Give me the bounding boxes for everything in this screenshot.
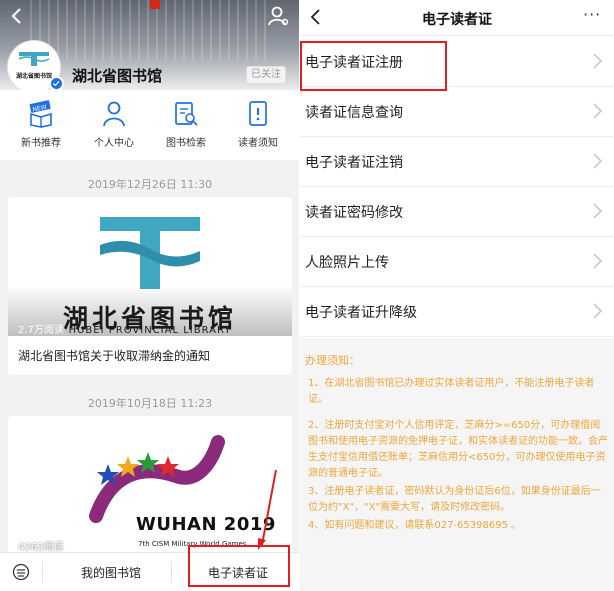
person-icon [103,101,125,127]
notice-section: 办理须知： 1、在湖北省图书馆已办理过实体读者证用户，不能注册电子读者证。 2、… [300,338,614,591]
highlight-box-e-card-menu [188,545,290,587]
military-games-logo [89,435,225,523]
library-home-panel: 湖北省图书馆 湖北省图书馆 已关注 NEW 新书推荐 个人中心 图书检索 读者须… [0,0,300,591]
menu-item-label: 电子读者证注销 [305,155,403,171]
menu-item-face-photo-upload[interactable]: 人脸照片上传 [300,237,614,287]
article-card-2[interactable]: WUHAN 2019 7th CISM Military World Games… [8,416,292,556]
view-count: 2.7万阅读 [18,325,64,336]
notice-item: 4、如有问题和建议，请联系027-65398695 。 [308,520,522,531]
library-logo-icon [18,52,50,66]
menu-item-label: 电子读者证升降级 [305,305,417,321]
chevron-right-icon [593,53,602,69]
view-count: 4262阅读 [18,542,64,553]
notice-item: 2、注册时支付宝对个人信用评定，芝麻分>=650分，可办理借阅图书和使用电子资源… [308,420,608,479]
quick-action-label: 读者须知 [238,138,278,149]
menu-item-upgrade-downgrade[interactable]: 电子读者证升降级 [300,287,614,337]
back-arrow-icon[interactable] [9,6,25,26]
more-options-icon[interactable]: ··· [583,5,601,24]
chevron-right-icon [593,303,602,319]
building-facade [30,0,270,60]
menu-my-library[interactable]: 我的图书馆 [81,564,141,581]
article-cover-image: 湖北省图书馆 HUBEI PROVINCIAL LIBRARY 2.7万阅读 [8,197,292,336]
keyboard-toggle-icon[interactable] [12,563,30,581]
image-title: WUHAN 2019 [136,514,276,535]
menu-item-label: 人脸照片上传 [305,255,389,271]
e-reader-card-panel: 电子读者证 ··· 电子读者证注册 读者证信息查询 电子读者证注销 读者证密码修… [300,0,614,591]
user-profile-icon[interactable] [267,5,289,27]
menu-item-cancel[interactable]: 电子读者证注销 [300,137,614,187]
highlight-box-register [300,41,447,91]
notice-icon [249,101,267,126]
menu-item-info-query[interactable]: 读者证信息查询 [300,87,614,137]
menu-item-label: 读者证信息查询 [305,105,403,121]
new-book-icon: NEW [29,100,52,128]
menu-item-password-change[interactable]: 读者证密码修改 [300,187,614,237]
menu-item-label: 读者证密码修改 [305,205,403,221]
notice-item: 3、注册电子读者证，密码默认为身份证后6位，如果身份证最后一位为约"X"，"X"… [308,486,601,513]
page-title: 电子读者证 [422,12,492,28]
quick-action-label: 新书推荐 [21,138,61,149]
quick-action-personal-center[interactable]: 个人中心 [79,100,149,156]
article-card-1[interactable]: 湖北省图书馆 HUBEI PROVINCIAL LIBRARY 2.7万阅读 湖… [8,197,292,375]
book-search-icon [175,102,198,126]
quick-action-new-books[interactable]: NEW 新书推荐 [6,100,76,156]
article-cover-image: WUHAN 2019 7th CISM Military World Games… [8,416,292,556]
quick-action-label: 图书检索 [166,138,206,149]
quick-action-book-search[interactable]: 图书检索 [151,100,221,156]
notice-title: 办理须知： [305,354,360,367]
article-timestamp: 2019年12月26日 11:30 [87,178,213,191]
chevron-right-icon [593,203,602,219]
top-navigation-bar: 电子读者证 ··· [300,0,614,36]
library-name: 湖北省图书馆 [72,67,163,85]
chevron-right-icon [593,253,602,269]
verified-badge-icon [49,76,64,91]
notice-item: 1、在湖北省图书馆已办理过实体读者证用户，不能注册电子读者证。 [308,378,595,405]
flag-decoration [150,0,160,9]
quick-action-reader-notice[interactable]: 读者须知 [223,100,293,156]
follow-status-badge[interactable]: 已关注 [246,66,286,84]
menu-divider [42,561,43,583]
quick-actions-bar: NEW 新书推荐 个人中心 图书检索 读者须知 [0,90,300,160]
article-timestamp: 2019年10月18日 11:23 [87,397,213,410]
library-logo-graphic [100,217,200,289]
chevron-right-icon [593,153,602,169]
article-title: 湖北省图书馆关于收取滞纳金的通知 [18,349,211,363]
menu-divider [171,561,172,583]
new-badge-text: NEW [32,104,47,114]
quick-action-label: 个人中心 [94,138,134,149]
chevron-right-icon [593,103,602,119]
